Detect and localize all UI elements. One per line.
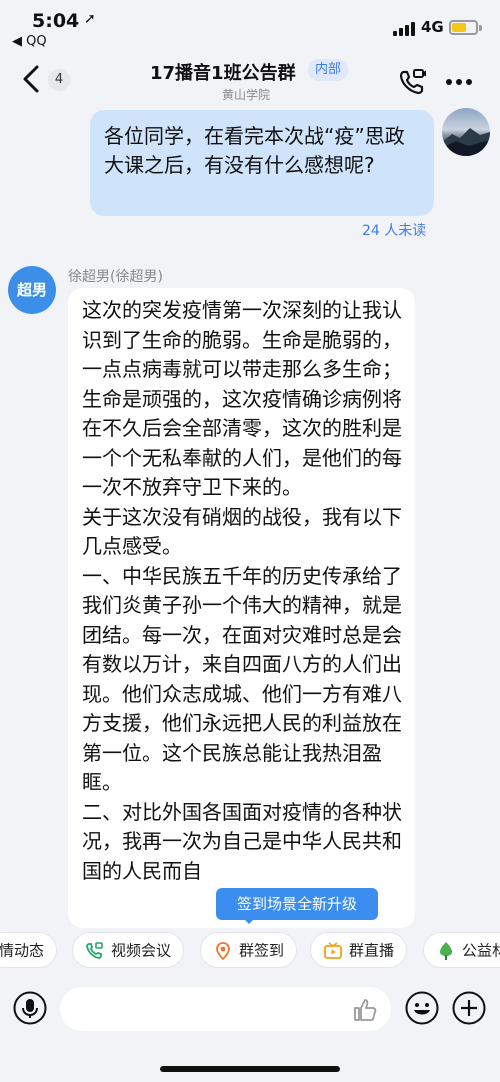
home-indicator[interactable]	[160, 1066, 340, 1072]
video-call-icon	[86, 941, 103, 959]
incoming-message-bubble[interactable]: 这次的突发疫情第一次深刻的让我认识到了生命的脆弱。生命是脆弱的，一点点病毒就可以…	[68, 288, 415, 928]
unread-count-badge[interactable]: 4	[48, 69, 70, 91]
sender-avatar[interactable]: 超男	[8, 266, 56, 314]
chip-label: 情动态	[0, 941, 45, 960]
message-paragraph: 一、中华民族五千年的历史传承给了我们炎黄子孙一个伟大的精神，就是团结。每一次，在…	[82, 563, 402, 795]
signal-icon	[393, 22, 417, 36]
voice-input-button[interactable]	[13, 991, 47, 1025]
network-type: 4G	[421, 18, 444, 36]
checkin-upgrade-toast[interactable]: 签到场景全新升级	[216, 888, 378, 920]
message-paragraph: 关于这次没有硝烟的战役，我有以下几点感受。	[82, 504, 402, 559]
sender-name[interactable]: 徐超男(徐超男)	[68, 266, 163, 286]
chip-label: 群签到	[239, 941, 285, 960]
internal-badge: 内部	[308, 59, 349, 81]
status-bar: 5:04 ➚ ◀ QQ 4G	[0, 0, 500, 52]
avatar-landscape-icon	[442, 128, 490, 156]
plus-button[interactable]	[452, 991, 486, 1025]
my-message-bubble[interactable]: 各位同学，在看完本次战“疫”思政大课之后，有没有什么感想呢?	[90, 110, 434, 216]
chip-label: 视频会议	[111, 941, 172, 960]
chip-group-live[interactable]: 群直播	[310, 932, 408, 968]
message-paragraph: 这次的突发疫情第一次深刻的让我认识到了生命的脆弱。生命是脆弱的，一点点病毒就可以…	[82, 298, 402, 499]
message-input[interactable]	[60, 987, 391, 1031]
back-to-app-link[interactable]: ◀ QQ	[12, 34, 47, 49]
group-subtitle: 黄山学院	[222, 88, 271, 102]
location-icon: ➚	[84, 11, 96, 27]
group-title[interactable]: 17播音1班公告群	[150, 59, 296, 85]
read-status[interactable]: 24 人未读	[362, 220, 426, 240]
chip-video-meeting[interactable]: 视频会议	[72, 932, 185, 968]
chip-dynamics[interactable]: 情动态	[0, 932, 58, 968]
battery-icon	[449, 20, 478, 35]
chip-label: 公益林	[462, 941, 500, 960]
my-message-text: 各位同学，在看完本次战“疫”思政大课之后，有没有什么感想呢?	[104, 124, 405, 177]
thumbs-up-icon[interactable]	[352, 997, 378, 1023]
battery-tip	[479, 25, 482, 31]
emoji-button[interactable]	[405, 991, 439, 1025]
chip-group-checkin[interactable]: 群签到	[200, 932, 298, 968]
chip-charity-forest[interactable]: 公益林	[423, 932, 500, 968]
back-chevron-icon[interactable]	[20, 64, 44, 94]
status-time: 5:04	[32, 10, 80, 32]
chat-header: 4 17播音1班公告群 内部 黄山学院	[0, 52, 500, 108]
more-options-icon[interactable]	[445, 78, 473, 86]
chip-label: 群直播	[349, 941, 395, 960]
feature-chip-bar: 情动态 视频会议 群签到 群直播 公益林	[0, 930, 500, 972]
location-pin-icon	[216, 941, 230, 960]
input-bar	[0, 975, 500, 1045]
toast-arrow	[243, 918, 255, 924]
tree-icon	[440, 941, 452, 960]
phone-call-icon[interactable]	[398, 68, 426, 96]
message-paragraph: 二、对比外国各国面对疫情的各种状况，我再一次为自己是中华人民共和国的人民而自	[82, 799, 402, 883]
live-tv-icon	[324, 941, 342, 959]
my-avatar[interactable]	[442, 108, 490, 156]
